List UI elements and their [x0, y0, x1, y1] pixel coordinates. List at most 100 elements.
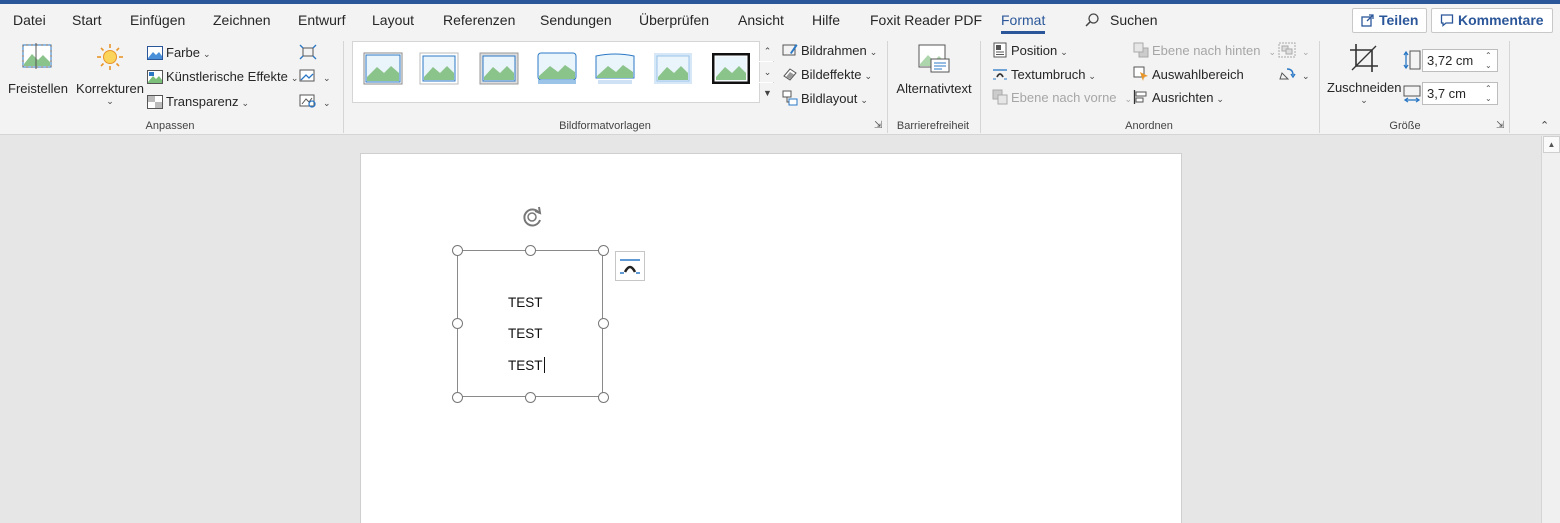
- height-up-arrow[interactable]: ⌃: [1485, 51, 1495, 60]
- picture-style-thumb-2[interactable]: [419, 52, 459, 85]
- tab-format[interactable]: Format: [1001, 12, 1046, 34]
- tab-zeichnen[interactable]: Zeichnen: [213, 12, 271, 28]
- remove-background-button[interactable]: Freistellen: [8, 42, 68, 96]
- send-backward-icon: [1133, 42, 1149, 58]
- width-value: 3,7 cm: [1427, 86, 1467, 101]
- chevron-down-icon: ⌄: [1302, 71, 1310, 81]
- selection-pane-button[interactable]: Auswahlbereich: [1133, 66, 1244, 82]
- size-dialog-launcher-icon[interactable]: ⇲: [1496, 120, 1504, 131]
- collapse-ribbon-icon[interactable]: ⌃: [1540, 119, 1549, 132]
- picture-layout-button[interactable]: Bildlayout ⌄: [782, 90, 868, 106]
- gallery-scroll-down[interactable]: ⌄: [759, 62, 775, 82]
- width-down-arrow[interactable]: ⌄: [1485, 94, 1495, 103]
- picture-border-icon: [782, 44, 798, 56]
- tab-foxit-reader-pdf[interactable]: Foxit Reader PDF: [870, 12, 982, 28]
- compress-pictures-button[interactable]: [299, 44, 320, 60]
- tab-entwurf[interactable]: Entwurf: [298, 12, 345, 28]
- resize-handle-top-left[interactable]: [452, 245, 463, 256]
- picture-style-thumb-1[interactable]: [363, 52, 403, 85]
- selection-pane-label: Auswahlbereich: [1152, 67, 1244, 82]
- height-stepper[interactable]: 3,72 cm ⌃ ⌄: [1422, 49, 1498, 72]
- group-separator: [980, 41, 981, 133]
- height-down-arrow[interactable]: ⌄: [1485, 61, 1495, 70]
- height-icon: [1403, 50, 1424, 70]
- group-label-groesse: Größe: [1389, 120, 1421, 132]
- change-picture-button[interactable]: ⌄: [299, 68, 331, 84]
- picture-border-button[interactable]: Bildrahmen ⌄: [782, 42, 877, 58]
- color-button[interactable]: Farbe ⌄: [147, 45, 211, 60]
- crop-button[interactable]: Zuschneiden ⌄: [1327, 42, 1401, 106]
- search-label: Suchen: [1110, 12, 1158, 28]
- gallery-scroll-up[interactable]: ⌃: [759, 41, 775, 61]
- group-objects-button[interactable]: ⌄: [1278, 42, 1310, 58]
- vertical-scrollbar[interactable]: ▲: [1541, 136, 1560, 523]
- chevron-down-icon: ⌄: [1360, 95, 1368, 105]
- share-button[interactable]: Teilen: [1352, 8, 1428, 33]
- align-button[interactable]: Ausrichten ⌄: [1133, 89, 1224, 105]
- width-up-arrow[interactable]: ⌃: [1485, 84, 1495, 93]
- layout-options-icon: [620, 259, 640, 274]
- resize-handle-bottom-right[interactable]: [598, 392, 609, 403]
- bring-forward-label: Ebene nach vorne: [1011, 90, 1117, 105]
- rotate-handle-icon[interactable]: [519, 204, 547, 230]
- resize-handle-top-right[interactable]: [598, 245, 609, 256]
- scroll-up-arrow[interactable]: ▲: [1543, 136, 1560, 153]
- ribbon: Freistellen Korrekturen ⌄ Farbe ⌄ Künstle…: [0, 37, 1560, 135]
- color-label: Farbe: [166, 45, 200, 60]
- tab-einfuegen[interactable]: Einfügen: [130, 12, 185, 28]
- align-icon: [1133, 90, 1147, 104]
- picture-border-label: Bildrahmen: [801, 43, 867, 58]
- corrections-button[interactable]: Korrekturen ⌄: [76, 42, 144, 107]
- tab-hilfe[interactable]: Hilfe: [812, 12, 840, 28]
- resize-handle-top[interactable]: [525, 245, 536, 256]
- change-picture-icon: [299, 69, 315, 82]
- selected-text-box[interactable]: TEST TEST TEST: [457, 250, 603, 397]
- tab-layout[interactable]: Layout: [372, 12, 414, 28]
- width-stepper[interactable]: 3,7 cm ⌃ ⌄: [1422, 82, 1498, 105]
- position-button[interactable]: Position ⌄: [992, 42, 1068, 58]
- chevron-down-icon: ⌄: [864, 71, 873, 81]
- reset-picture-button[interactable]: ⌄: [299, 93, 331, 109]
- alt-text-button[interactable]: Alternativtext: [895, 43, 973, 96]
- transparency-button[interactable]: Transparenz ⌄: [147, 94, 249, 109]
- picture-style-thumb-4[interactable]: [537, 52, 577, 85]
- tab-ansicht[interactable]: Ansicht: [738, 12, 784, 28]
- search-box[interactable]: Suchen: [1084, 12, 1157, 28]
- picture-style-thumb-6[interactable]: [653, 52, 693, 85]
- search-icon: [1085, 13, 1099, 27]
- chevron-down-icon: ⌄: [1216, 94, 1224, 104]
- send-backward-button[interactable]: Ebene nach hinten ⌄: [1133, 42, 1276, 58]
- rotate-button[interactable]: ⌄: [1278, 66, 1310, 82]
- chevron-down-icon: ⌄: [106, 96, 114, 106]
- picture-style-thumb-3[interactable]: [479, 52, 519, 85]
- picture-effects-button[interactable]: Bildeffekte ⌄: [782, 66, 872, 82]
- resize-handle-left[interactable]: [452, 318, 463, 329]
- tab-ueberpruefen[interactable]: Überprüfen: [639, 12, 709, 28]
- artistic-effects-button[interactable]: Künstlerische Effekte ⌄: [147, 69, 298, 84]
- bring-forward-button[interactable]: Ebene nach vorne ⌄: [992, 89, 1132, 105]
- picture-style-thumb-7[interactable]: [711, 52, 751, 85]
- chevron-down-icon: ⌄: [290, 73, 299, 83]
- resize-handle-right[interactable]: [598, 318, 609, 329]
- tab-datei[interactable]: Datei: [13, 12, 46, 28]
- wrap-text-button[interactable]: Textumbruch ⌄: [992, 66, 1096, 82]
- textbox-line[interactable]: TEST: [508, 295, 543, 310]
- chevron-down-icon: ⌄: [202, 49, 211, 59]
- layout-options-button[interactable]: [615, 251, 645, 281]
- textbox-line-with-cursor[interactable]: TEST: [508, 357, 545, 373]
- rotate-icon: [1279, 68, 1296, 80]
- picture-style-thumb-5[interactable]: [595, 52, 635, 85]
- tab-start[interactable]: Start: [72, 12, 102, 28]
- group-label-anordnen: Anordnen: [1125, 120, 1173, 132]
- textbox-line[interactable]: TEST: [508, 326, 543, 341]
- transparency-icon: [147, 95, 163, 109]
- resize-handle-bottom-left[interactable]: [452, 392, 463, 403]
- tab-referenzen[interactable]: Referenzen: [443, 12, 515, 28]
- gallery-more-button[interactable]: ▼: [759, 83, 775, 103]
- styles-dialog-launcher-icon[interactable]: ⇲: [874, 120, 882, 131]
- tab-sendungen[interactable]: Sendungen: [540, 12, 612, 28]
- wrap-text-label: Textumbruch: [1011, 67, 1086, 82]
- resize-handle-bottom[interactable]: [525, 392, 536, 403]
- comments-button[interactable]: Kommentare: [1431, 8, 1553, 33]
- transparency-label: Transparenz: [166, 94, 239, 109]
